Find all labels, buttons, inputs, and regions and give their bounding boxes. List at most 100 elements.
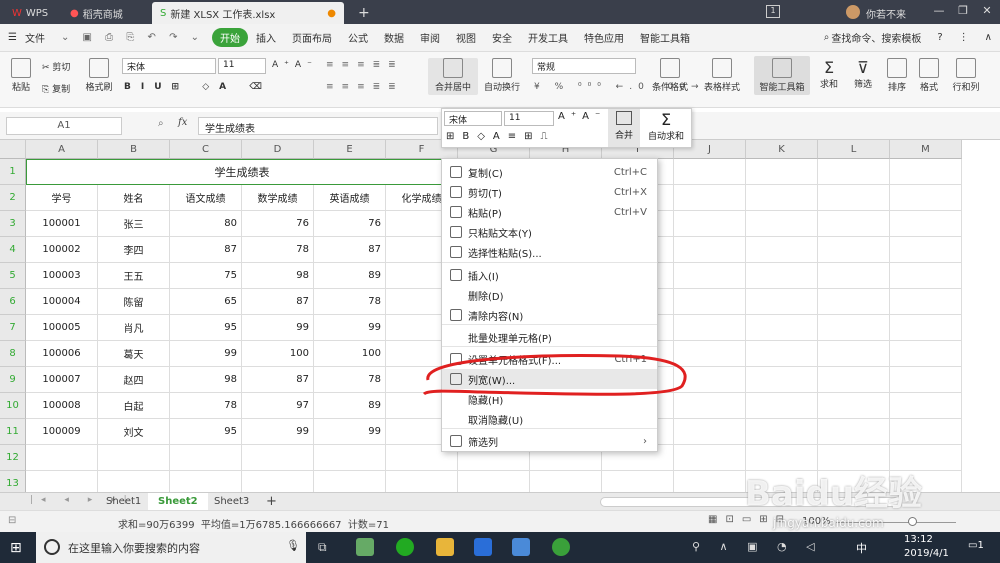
row-header[interactable]: 9: [0, 367, 26, 393]
tray-icons[interactable]: ⚲ ∧ ▣ ◔ ◁: [692, 540, 823, 553]
taskbar-app-wps-icon[interactable]: [474, 538, 492, 556]
hamburger-icon[interactable]: ☰: [0, 32, 25, 43]
menu-view[interactable]: 视图: [448, 30, 484, 45]
menu-data[interactable]: 数据: [376, 30, 412, 45]
grid-cell[interactable]: [890, 341, 962, 367]
grid-cell[interactable]: [458, 471, 530, 492]
grid-cell[interactable]: [26, 445, 98, 471]
filter-button[interactable]: ⊽ 筛选: [848, 58, 878, 90]
wrap-text-button[interactable]: 自动换行: [482, 58, 522, 93]
taskbar-app-refresh-icon[interactable]: [396, 538, 414, 556]
sheet-title-cell[interactable]: 学生成绩表: [26, 159, 458, 185]
grid-cell[interactable]: [746, 419, 818, 445]
grid-cell[interactable]: [746, 367, 818, 393]
data-cell[interactable]: 王五: [98, 263, 170, 289]
mini-size-select[interactable]: 11: [504, 111, 554, 126]
data-cell[interactable]: 100004: [26, 289, 98, 315]
context-menu-item[interactable]: 批量处理单元格(P): [442, 327, 657, 347]
grid-cell[interactable]: [674, 211, 746, 237]
grid-cell[interactable]: [818, 211, 890, 237]
data-cell[interactable]: 98: [242, 263, 314, 289]
column-header[interactable]: B: [98, 140, 170, 159]
windows-start-icon[interactable]: ⊞: [10, 540, 22, 556]
quick-access-icons[interactable]: ⌄ ▣ ⎙ ⎘ ↶ ↷ ⌄: [53, 32, 212, 43]
grid-cell[interactable]: [890, 185, 962, 211]
data-cell[interactable]: 99: [170, 341, 242, 367]
name-box[interactable]: A1: [6, 117, 122, 135]
align-horizontal-buttons[interactable]: ≡≡≡≣≣: [326, 82, 404, 92]
context-menu-item[interactable]: 剪切(T) Ctrl+X: [442, 182, 657, 202]
grid-cell[interactable]: [890, 315, 962, 341]
grid-cell[interactable]: [746, 185, 818, 211]
task-view-icon[interactable]: ⧉: [318, 540, 327, 555]
number-format-select[interactable]: 常规: [532, 58, 636, 74]
grid-cell[interactable]: [674, 315, 746, 341]
header-cell[interactable]: 姓名: [98, 185, 170, 211]
fx-icon[interactable]: fx: [178, 117, 187, 128]
row-header[interactable]: 13: [0, 471, 26, 492]
data-cell[interactable]: 75: [170, 263, 242, 289]
data-cell[interactable]: 100009: [26, 419, 98, 445]
window-count-badge[interactable]: 1: [766, 5, 780, 18]
grid-cell[interactable]: [314, 471, 386, 492]
row-header[interactable]: 6: [0, 289, 26, 315]
mini-merge-button[interactable]: 合并: [608, 109, 640, 147]
grid-cell[interactable]: [26, 471, 98, 492]
data-cell[interactable]: 100001: [26, 211, 98, 237]
help-icon[interactable]: ?: [929, 32, 950, 43]
header-cell[interactable]: 英语成绩: [314, 185, 386, 211]
grid-cell[interactable]: [746, 315, 818, 341]
grid-cell[interactable]: [818, 367, 890, 393]
grid-cell[interactable]: [890, 211, 962, 237]
menu-formula[interactable]: 公式: [340, 30, 376, 45]
data-cell[interactable]: 78: [242, 237, 314, 263]
grid-cell[interactable]: [674, 471, 746, 492]
menu-developer[interactable]: 开发工具: [520, 30, 576, 45]
clock-time[interactable]: 13:12: [904, 534, 933, 545]
row-header[interactable]: 8: [0, 341, 26, 367]
taskbar-app-folder-icon[interactable]: [436, 538, 454, 556]
grid-cell[interactable]: [98, 445, 170, 471]
collapse-icon[interactable]: ∧: [977, 32, 1000, 43]
data-cell[interactable]: 100: [242, 341, 314, 367]
header-cell[interactable]: 学号: [26, 185, 98, 211]
grid-cell[interactable]: [818, 185, 890, 211]
smart-toolbox-button[interactable]: 智能工具箱: [754, 56, 810, 95]
grid-cell[interactable]: [890, 289, 962, 315]
grid-cell[interactable]: [890, 159, 962, 185]
data-cell[interactable]: 87: [242, 367, 314, 393]
microphone-icon[interactable]: 🎙: [286, 539, 300, 552]
grid-cell[interactable]: [674, 419, 746, 445]
data-cell[interactable]: 99: [314, 419, 386, 445]
table-style-button[interactable]: 表格样式: [698, 58, 746, 93]
data-cell[interactable]: 89: [314, 263, 386, 289]
data-cell[interactable]: 肖凡: [98, 315, 170, 341]
context-menu-item[interactable]: 取消隐藏(U): [442, 409, 657, 429]
context-menu-item[interactable]: 插入(I): [442, 265, 657, 285]
data-cell[interactable]: 100: [314, 341, 386, 367]
grid-cell[interactable]: [674, 263, 746, 289]
data-cell[interactable]: 89: [314, 393, 386, 419]
font-style-buttons[interactable]: BIU⊞ ◇A ⌫: [124, 82, 272, 92]
data-cell[interactable]: 97: [242, 393, 314, 419]
grid-cell[interactable]: [818, 393, 890, 419]
data-cell[interactable]: 78: [314, 367, 386, 393]
column-header[interactable]: D: [242, 140, 314, 159]
merge-center-button[interactable]: 合并居中: [428, 58, 478, 95]
column-header[interactable]: M: [890, 140, 962, 159]
row-header[interactable]: 5: [0, 263, 26, 289]
sheet-tab-2[interactable]: Sheet2: [148, 493, 208, 511]
select-all-corner[interactable]: [0, 140, 26, 159]
column-header[interactable]: A: [26, 140, 98, 159]
clock-date[interactable]: 2019/4/1: [904, 548, 949, 559]
grid-cell[interactable]: [818, 419, 890, 445]
menu-review[interactable]: 审阅: [412, 30, 448, 45]
menu-features[interactable]: 特色应用: [576, 30, 632, 45]
row-header[interactable]: 11: [0, 419, 26, 445]
grid-cell[interactable]: [170, 471, 242, 492]
column-header[interactable]: E: [314, 140, 386, 159]
command-search[interactable]: 查找命令、搜索模板: [831, 30, 929, 45]
sheet-tab-3[interactable]: Sheet3: [204, 493, 259, 511]
row-header[interactable]: 3: [0, 211, 26, 237]
column-header[interactable]: K: [746, 140, 818, 159]
